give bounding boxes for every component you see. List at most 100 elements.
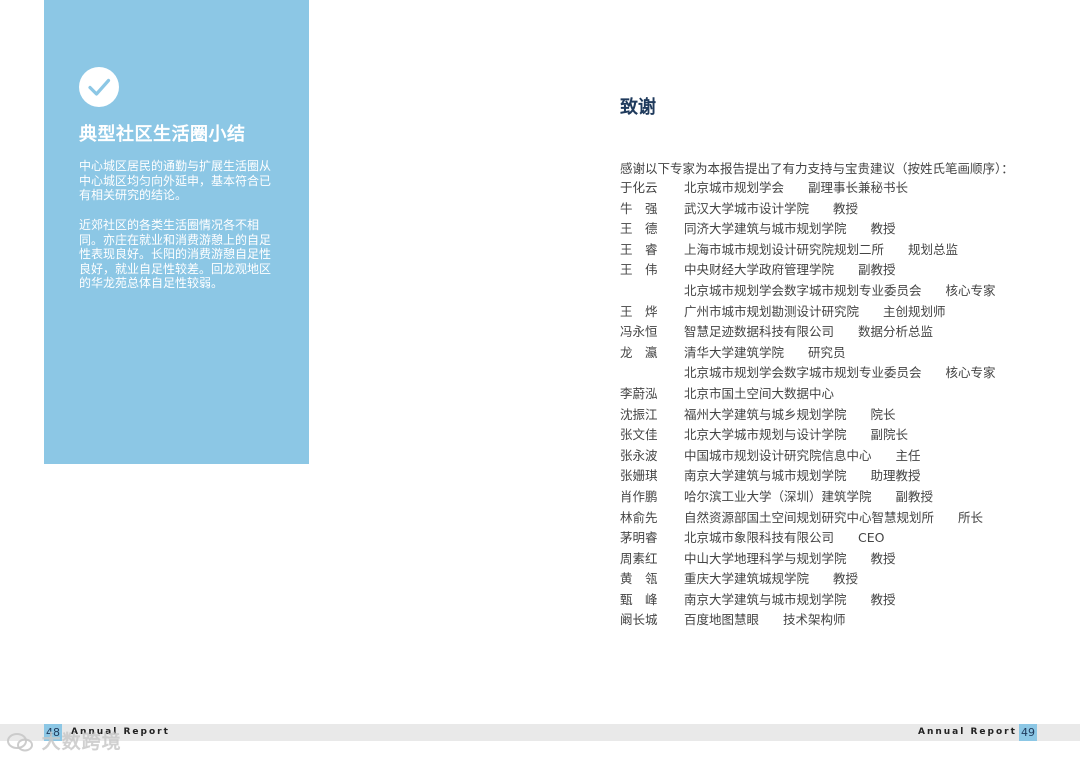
- acknowledgement-title: 致谢: [620, 97, 656, 118]
- expert-row: 王 德 同济大学建筑与城市规划学院 教授: [620, 219, 1060, 240]
- expert-row: 张姗琪 南京大学建筑与城市规划学院 助理教授: [620, 466, 1060, 487]
- expert-affiliation: 北京大学城市规划与设计学院 副院长: [684, 425, 908, 446]
- expert-organization: 北京城市规划学会: [684, 180, 785, 195]
- expert-row: 林俞先 自然资源部国土空间规划研究中心智慧规划所 所长: [620, 508, 1060, 529]
- expert-name: 龙 瀛: [620, 344, 658, 360]
- expert-title: 教授: [833, 200, 859, 216]
- right-page-number: 49: [1019, 724, 1037, 741]
- expert-title: 副理事长兼秘书长: [808, 180, 909, 195]
- expert-title: 教授: [870, 550, 896, 566]
- expert-title: 研究员: [808, 344, 846, 360]
- check-circle-icon: [79, 67, 119, 107]
- expert-organization: 北京大学城市规划与设计学院: [684, 427, 847, 443]
- expert-affiliation: 中国城市规划设计研究院信息中心 主任: [684, 446, 921, 467]
- expert-name: 冯永恒: [620, 324, 658, 340]
- expert-organization: 北京城市象限科技有限公司: [684, 530, 835, 546]
- expert-organization: 百度地图慧眼: [684, 612, 760, 628]
- expert-affiliation: 上海市城市规划设计研究院规划二所 规划总监: [684, 240, 958, 261]
- summary-paragraph-1: 中心城区居民的通勤与扩展生活圈从中心城区均匀向外延申，基本符合已有相关研究的结论…: [79, 159, 272, 202]
- expert-name: 王 德: [620, 221, 658, 237]
- summary-panel: 典型社区生活圈小结 中心城区居民的通勤与扩展生活圈从中心城区均匀向外延申，基本符…: [44, 0, 309, 464]
- expert-organization: 北京市国土空间大数据中心: [684, 385, 835, 401]
- expert-row: 王 伟 中央财经大学政府管理学院 副教授: [620, 260, 1060, 281]
- expert-affiliation: 中山大学地理科学与规划学院 教授: [684, 549, 896, 570]
- expert-name: 牛 强: [620, 200, 658, 216]
- expert-affiliation: 哈尔滨工业大学（深圳）建筑学院 副教授: [684, 487, 933, 508]
- expert-affiliation: 同济大学建筑与城市规划学院 教授: [684, 219, 896, 240]
- expert-affiliation: 北京城市规划学会数字城市规划专业委员会 核心专家: [684, 281, 996, 302]
- expert-title: 所长: [958, 509, 984, 525]
- expert-title: 技术架构师: [783, 612, 846, 628]
- expert-row: 王 睿 上海市城市规划设计研究院规划二所 规划总监: [620, 240, 1060, 261]
- expert-title: 助理教授: [870, 468, 921, 484]
- expert-affiliation: 清华大学建筑学院 研究员: [684, 343, 846, 364]
- expert-title: 规划总监: [908, 241, 959, 257]
- expert-title: 副教授: [858, 262, 896, 278]
- expert-organization: 武汉大学城市设计学院: [684, 200, 810, 216]
- expert-organization: 上海市城市规划设计研究院规划二所: [684, 241, 885, 257]
- expert-name: 黄 瓴: [620, 571, 658, 587]
- expert-title: CEO: [858, 530, 885, 546]
- expert-organization: 哈尔滨工业大学（深圳）建筑学院: [684, 488, 872, 504]
- expert-name: 张姗琪: [620, 468, 658, 484]
- expert-row: 张永波 中国城市规划设计研究院信息中心 主任: [620, 446, 1060, 467]
- expert-title: 主任: [895, 447, 921, 463]
- expert-affiliation: 武汉大学城市设计学院 教授: [684, 199, 858, 220]
- expert-name: 李蔚泓: [620, 385, 658, 401]
- expert-row: 李蔚泓 北京市国土空间大数据中心: [620, 384, 1060, 405]
- expert-name: 张文佳: [620, 427, 658, 443]
- expert-row: 肖作鹏 哈尔滨工业大学（深圳）建筑学院 副教授: [620, 487, 1060, 508]
- expert-row: 龙 瀛 清华大学建筑学院 研究员: [620, 343, 1060, 364]
- expert-name: 张永波: [620, 447, 658, 463]
- expert-organization: 同济大学建筑与城市规划学院: [684, 221, 847, 237]
- expert-name: 于化云: [620, 180, 658, 195]
- expert-organization: 广州市城市规划勘测设计研究院: [684, 303, 860, 319]
- expert-row: 北京城市规划学会数字城市规划专业委员会 核心专家: [620, 281, 1060, 302]
- expert-affiliation: 自然资源部国土空间规划研究中心智慧规划所 所长: [684, 508, 983, 529]
- expert-affiliation: 中央财经大学政府管理学院 副教授: [684, 260, 896, 281]
- expert-title: 主创规划师: [883, 303, 946, 319]
- expert-organization: 北京城市规划学会数字城市规划专业委员会: [684, 365, 922, 381]
- expert-title: 数据分析总监: [858, 324, 934, 340]
- expert-affiliation: 北京市国土空间大数据中心: [684, 384, 858, 405]
- expert-list: 于化云 北京城市规划学会 副理事长兼秘书长牛 强武汉大学城市设计学院 教授王 德同济大…: [620, 178, 1060, 631]
- expert-row: 北京城市规划学会数字城市规划专业委员会 核心专家: [620, 363, 1060, 384]
- expert-name: 周素红: [620, 550, 658, 566]
- expert-organization: 中央财经大学政府管理学院: [684, 262, 835, 278]
- expert-row: 黄 瓴 重庆大学建筑城规学院 教授: [620, 569, 1060, 590]
- expert-affiliation: 智慧足迹数据科技有限公司 数据分析总监: [684, 322, 933, 343]
- expert-organization: 南京大学建筑与城市规划学院: [684, 591, 847, 607]
- watermark: 大数跨境: [6, 727, 122, 757]
- expert-organization: 中国城市规划设计研究院信息中心: [684, 447, 872, 463]
- expert-affiliation: 南京大学建筑与城市规划学院 助理教授: [684, 466, 921, 487]
- expert-title: 核心专家: [945, 365, 996, 381]
- expert-title: 副院长: [870, 427, 909, 443]
- summary-paragraph-2: 近郊社区的各类生活圈情况各不相同。亦庄在就业和消费游憩上的自足性表现良好。长阳的…: [79, 218, 272, 290]
- expert-affiliation: 北京城市规划学会数字城市规划专业委员会 核心专家: [684, 363, 996, 384]
- expert-row: 于化云 北京城市规划学会 副理事长兼秘书长: [620, 178, 1060, 199]
- expert-organization: 北京城市规划学会数字城市规划专业委员会: [684, 282, 922, 298]
- expert-organization: 福州大学建筑与城乡规划学院: [684, 406, 847, 422]
- expert-name: 王 伟: [620, 262, 658, 278]
- expert-affiliation: 北京城市象限科技有限公司 CEO: [684, 528, 884, 549]
- expert-affiliation: 重庆大学建筑城规学院 教授: [684, 569, 858, 590]
- expert-row: 张文佳 北京大学城市规划与设计学院 副院长: [620, 425, 1060, 446]
- expert-name: 肖作鹏: [620, 488, 658, 504]
- expert-name: 沈振江: [620, 406, 658, 422]
- expert-name: 王 睿: [620, 241, 658, 257]
- expert-row: 茅明睿 北京城市象限科技有限公司 CEO: [620, 528, 1060, 549]
- watermark-text: 大数跨境: [41, 731, 122, 753]
- summary-title: 典型社区生活圈小结: [79, 124, 246, 145]
- expert-title: 副教授: [895, 488, 934, 504]
- expert-affiliation: 南京大学建筑与城市规划学院 教授: [684, 590, 896, 611]
- expert-affiliation: 百度地图慧眼 技术架构师: [684, 610, 846, 631]
- expert-affiliation: 广州市城市规划勘测设计研究院 主创规划师: [684, 302, 946, 323]
- expert-organization: 清华大学建筑学院: [684, 344, 785, 360]
- expert-title: 院长: [870, 406, 896, 422]
- expert-organization: 重庆大学建筑城规学院: [684, 571, 810, 587]
- wechat-logo-icon: [6, 732, 34, 754]
- expert-organization: 智慧足迹数据科技有限公司: [684, 324, 835, 340]
- expert-row: 牛 强 武汉大学城市设计学院 教授: [620, 199, 1060, 220]
- expert-organization: 自然资源部国土空间规划研究中心智慧规划所: [684, 509, 935, 525]
- expert-row: 冯永恒 智慧足迹数据科技有限公司 数据分析总监: [620, 322, 1060, 343]
